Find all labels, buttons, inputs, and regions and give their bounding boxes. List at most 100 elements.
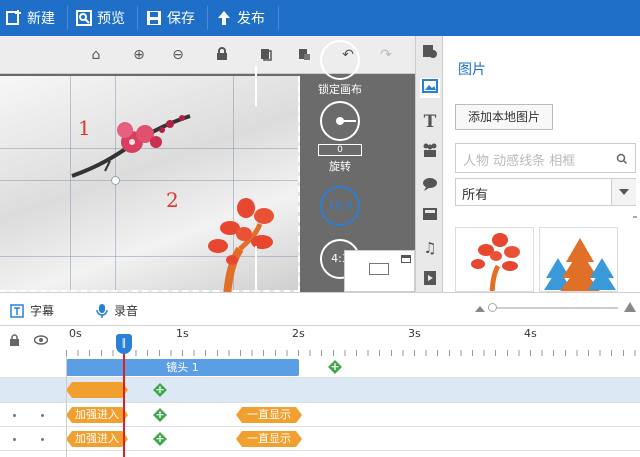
timeline-ruler: 0s 1s 2s 3s 4s [0,326,640,356]
always-show-chip[interactable]: 一直显示 [236,431,302,447]
dropdown-button[interactable] [611,179,636,205]
save-icon [147,11,161,25]
scene-track: 镜头 1 + [0,356,640,378]
toolbar-divider [137,6,138,30]
new-button[interactable]: 新建 [6,0,55,36]
image-panel: 图片 添加本地图片 人物 动感线条 相框 所有 [443,36,640,292]
timeline-zoom-slider[interactable] [488,307,618,309]
ratio-16-9-button[interactable]: 16:9 [320,186,360,226]
rotate-label: 旋转 [329,160,351,173]
record-button[interactable]: 录音 [96,302,138,319]
toolbar-divider [67,6,68,30]
save-button[interactable]: 保存 [146,0,195,36]
scrollbar-thumb[interactable] [633,216,637,218]
always-show-chip[interactable]: 一直显示 [236,407,302,423]
publish-icon [218,11,230,25]
lock-canvas-toggle[interactable] [320,40,360,80]
zoom-out-icon[interactable]: ⊖ [170,47,186,63]
add-animation-plus-icon[interactable]: + [153,383,167,397]
zoom-in-triangle-icon[interactable] [624,302,636,312]
timeline-header: 字幕 录音 [0,292,640,326]
new-label: 新建 [27,11,55,27]
inbox-icon[interactable] [420,206,440,226]
thumbnail-popup[interactable] [344,250,415,292]
text-icon[interactable]: T [420,112,440,132]
crop-corner [255,66,257,106]
toolbar-divider [278,6,279,30]
search-icon[interactable] [616,153,628,165]
shape-icon[interactable] [420,44,440,64]
lock-canvas-label: 锁定画布 [318,83,362,96]
rotate-dial[interactable] [320,101,360,141]
enter-animation-chip[interactable]: 加强进入 [66,407,128,423]
subtitle-button[interactable]: 字幕 [10,302,54,319]
timeline-zoom-slider-thumb[interactable] [488,303,497,312]
preview-icon [76,10,92,26]
animation-chip[interactable] [66,382,128,398]
subtitle-icon [10,303,24,318]
crop-corner [255,246,257,292]
add-animation-plus-icon[interactable]: + [153,408,167,422]
search-input-placeholder: 人物 动感线条 相框 [463,154,576,169]
plum-blossom-image[interactable] [70,106,200,186]
enter-animation-chip[interactable]: 加强进入 [66,431,128,447]
save-label: 保存 [167,11,195,27]
eye-icon[interactable] [34,335,48,345]
playhead-handle[interactable]: ∥ [116,334,132,354]
tick-label-2s: 2s [292,327,305,340]
visibility-dot[interactable] [41,414,44,417]
search-field[interactable]: 人物 动感线条 相框 [455,143,636,173]
preview-label: 预览 [97,11,125,27]
subtitle-label: 字幕 [30,304,55,318]
music-icon[interactable]: ♫ [420,238,440,258]
new-icon [6,10,21,25]
copy-icon[interactable] [258,47,274,63]
tick-label-4s: 4s [524,327,537,340]
image-thumbnail-red-tree[interactable] [455,227,534,292]
preview-button[interactable]: 预览 [76,0,125,36]
add-local-image-button[interactable]: 添加本地图片 [455,104,553,130]
category-select-value: 所有 [462,188,489,203]
panel-title: 图片 [458,62,486,78]
track-row: 加强进入 + 一直显示 [0,427,640,451]
add-animation-plus-icon[interactable]: + [153,432,167,446]
add-scene-plus-icon[interactable]: + [328,360,342,374]
selection-handle[interactable] [111,176,120,185]
home-icon[interactable]: ⌂ [88,47,104,63]
publish-button[interactable]: 发布 [216,0,265,36]
visibility-dot[interactable] [41,438,44,441]
redo-icon[interactable]: ↷ [378,47,394,63]
top-toolbar: 新建 预览 保存 发布 [0,0,640,36]
image-icon[interactable] [420,78,440,98]
category-select[interactable]: 所有 [455,178,636,206]
lock-dot[interactable] [13,414,16,417]
element-number-2: 2 [166,188,179,212]
image-placeholder-icon [369,263,389,275]
scene-bar[interactable]: 镜头 1 [66,359,299,376]
window-icon[interactable] [401,255,411,263]
playhead-line [123,346,125,457]
people-icon[interactable] [420,142,440,162]
track-row: 加强进入 + 一直显示 [0,403,640,427]
tick-label-3s: 3s [408,327,421,340]
rotate-value-input[interactable]: 0 [318,144,362,156]
publish-label: 发布 [237,11,265,27]
pause-icon: ∥ [121,338,127,349]
track-divider [66,356,67,457]
chevron-down-icon [619,189,629,195]
speech-bubble-icon[interactable] [420,176,440,196]
microphone-icon [96,303,108,318]
lock-all-icon[interactable] [9,334,20,346]
video-icon[interactable] [420,270,440,290]
zoom-in-icon[interactable]: ⊕ [131,47,147,63]
zoom-out-triangle-icon[interactable] [475,304,485,312]
track-row: + [0,378,640,403]
image-thumbnail-pine-trees[interactable] [539,227,618,292]
record-label: 录音 [114,304,139,318]
lock-dot[interactable] [13,438,16,441]
lock-icon[interactable] [214,47,230,63]
tick-label-0s: 0s [69,327,82,340]
toolbar-divider [207,6,208,30]
canvas-area: ⌂ ⊕ ⊖ ↶ ↷ 1 2 锁定画布 0 旋转 16:9 4:3 [0,36,415,305]
paste-icon[interactable] [296,47,312,63]
